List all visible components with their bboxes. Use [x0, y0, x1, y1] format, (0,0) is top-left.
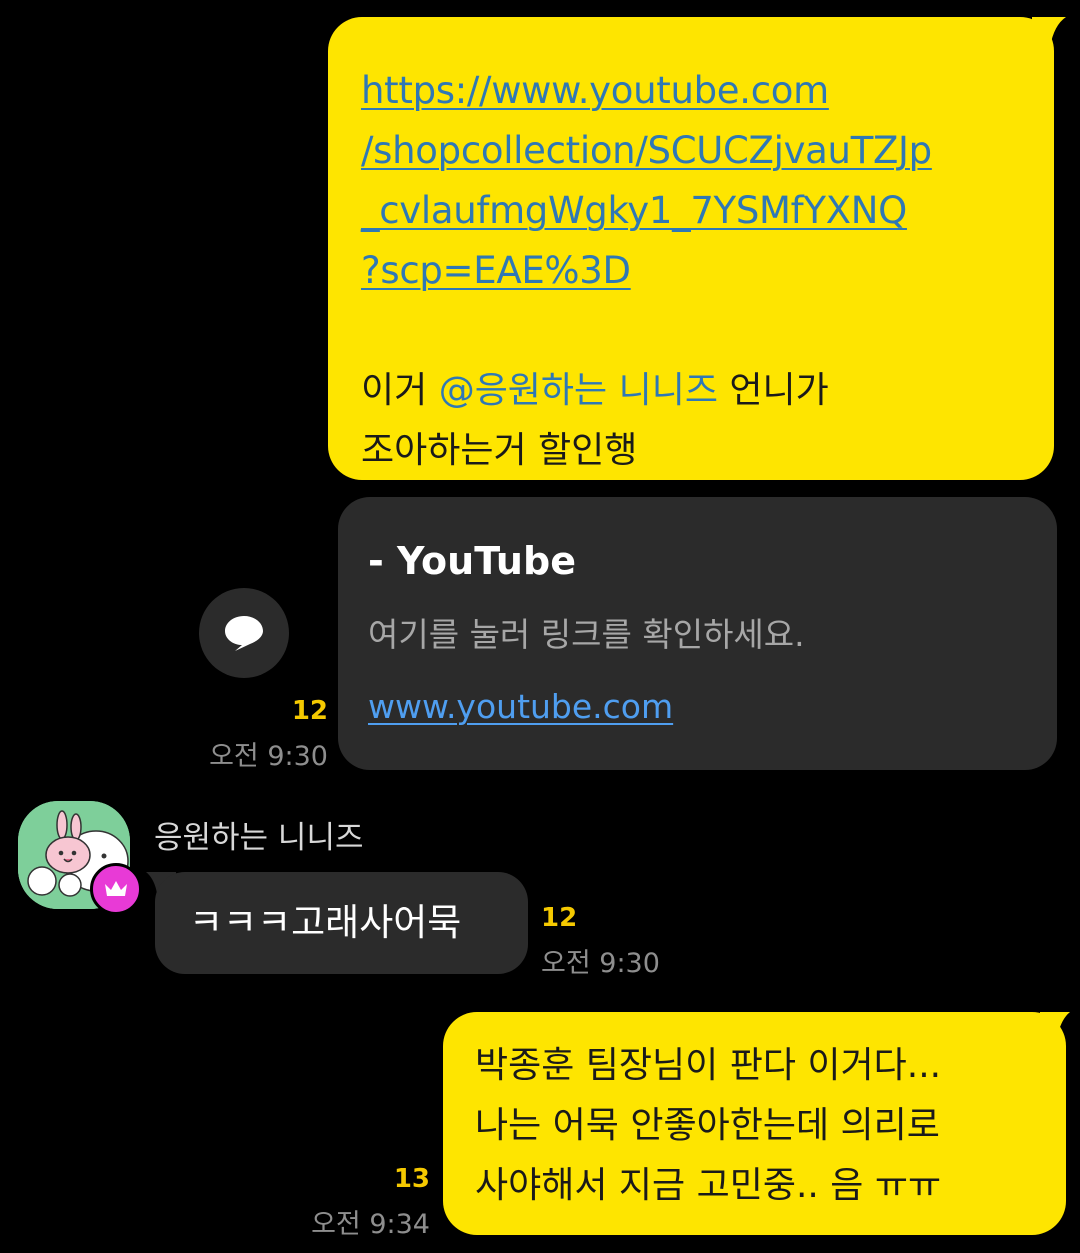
message-text-line: 나는 어묵 안좋아한는데 의리로: [475, 1105, 940, 1146]
sender-name: 응원하는 니니즈: [154, 820, 364, 856]
user-mention[interactable]: @응원하는 니니즈: [439, 370, 718, 411]
preview-domain-link[interactable]: www.youtube.com: [368, 683, 1027, 731]
unread-count: 12: [291, 696, 328, 726]
timestamp: 오전 9:34: [311, 1209, 430, 1240]
other-message-bubble[interactable]: ㅋㅋㅋ고래사어묵: [155, 872, 528, 974]
unread-count: 13: [393, 1164, 430, 1194]
link-line[interactable]: ?scp=EAE%3D: [361, 241, 1024, 301]
link-line[interactable]: https://www.youtube.com: [361, 61, 1024, 121]
message-text-line: 조아하는거 할인행: [361, 430, 638, 471]
message-text-line: 이거 @응원하는 니니즈 언니가: [361, 361, 1024, 421]
preview-title: - YouTube: [368, 539, 576, 583]
timestamp: 오전 9:30: [209, 741, 328, 772]
link-line[interactable]: /shopcollection/SCUCZjvauTZJp: [361, 121, 1024, 181]
link-line[interactable]: _cvlaufmgWgky1_7YSMfYXNQ: [361, 181, 1024, 241]
message-text-line: 사야해서 지금 고민중.. 음 ㅠㅠ: [475, 1165, 942, 1206]
message-text-line: 박종훈 팀장님이 판다 이거다...: [475, 1045, 942, 1086]
sender-avatar[interactable]: [18, 801, 142, 915]
unread-count: 12: [541, 903, 578, 933]
preview-description: 여기를 눌러 링크를 확인하세요.: [368, 615, 805, 654]
share-button[interactable]: [199, 588, 289, 678]
my-message-bubble[interactable]: 박종훈 팀장님이 판다 이거다... 나는 어묵 안좋아한는데 의리로 사야해서…: [443, 1012, 1066, 1235]
crown-badge: [90, 863, 142, 915]
speech-bubble-icon: [225, 616, 263, 651]
shared-link[interactable]: https://www.youtube.com /shopcollection/…: [361, 61, 1024, 301]
timestamp: 오전 9:30: [541, 948, 660, 979]
message-text: 이거: [361, 370, 439, 411]
crown-icon: [105, 881, 127, 896]
my-message-bubble[interactable]: https://www.youtube.com /shopcollection/…: [328, 17, 1054, 480]
link-preview-card[interactable]: - YouTube 여기를 눌러 링크를 확인하세요. www.youtube.…: [338, 497, 1057, 770]
message-text: 언니가: [717, 370, 829, 411]
